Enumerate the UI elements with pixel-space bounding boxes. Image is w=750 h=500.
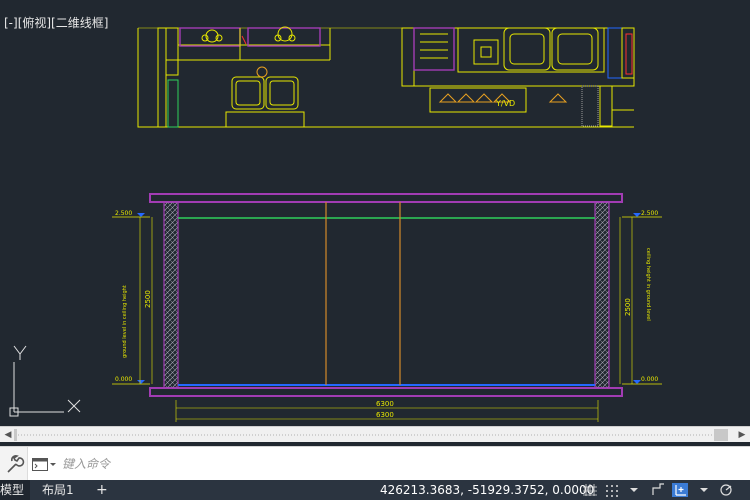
scroll-right-icon[interactable]: ▶ [736, 429, 748, 441]
status-bar: 模型 布局1 + 426213.3683, -51929.3752, 0.000… [0, 480, 750, 500]
note-left: ground level in ceiling height [122, 285, 128, 358]
scroll-thumb[interactable] [14, 429, 17, 441]
infer-constraints-icon[interactable] [650, 483, 666, 497]
viewport-controls-label[interactable]: [-][俯视][二维线框] [4, 14, 108, 31]
ucs-icon [9, 345, 81, 417]
left-wall [163, 201, 179, 389]
plan-sign: Y/VD [495, 99, 515, 108]
command-input[interactable] [62, 453, 742, 475]
customize-wrench-icon[interactable] [0, 447, 28, 481]
ortho-dropdown-icon[interactable] [696, 483, 712, 497]
dim-right-height: 2500 [624, 298, 632, 316]
grid-icon[interactable] [582, 483, 598, 497]
tab-layout1[interactable]: 布局1 [36, 480, 80, 500]
horizontal-scrollbar[interactable]: ◀ ▶ [0, 426, 750, 442]
ortho-icon[interactable] [672, 483, 688, 497]
ceiling-slab [149, 193, 623, 203]
snap-icon[interactable] [604, 483, 620, 497]
command-line [0, 446, 750, 481]
scroll-track[interactable] [18, 434, 716, 436]
tab-model[interactable]: 模型 [0, 480, 31, 500]
level-label-bottom-left: 0.000 [115, 376, 132, 383]
drawing-canvas[interactable]: Y/VD 2.500 0.000 2500 ground level in ce… [0, 0, 750, 426]
level-label-bottom-right: 0.000 [641, 376, 658, 383]
command-prompt-icon[interactable] [32, 457, 58, 471]
level-label-top-left: 2.500 [115, 210, 132, 217]
drawing-svg: Y/VD 2.500 0.000 2500 ground level in ce… [9, 26, 662, 422]
note-right: ceiling height in ground level [645, 248, 651, 321]
dim-bottom-2: 6300 [376, 411, 394, 419]
level-label-top-right: 2.500 [641, 210, 658, 217]
dim-left-height: 2500 [144, 290, 152, 308]
autocad-window: Y/VD 2.500 0.000 2500 ground level in ce… [0, 0, 750, 500]
scroll-end-thumb[interactable] [714, 429, 728, 441]
floor-slab [149, 387, 623, 397]
cursor-coordinates: 426213.3683, -51929.3752, 0.0000 [380, 483, 595, 497]
add-layout-button[interactable]: + [90, 480, 114, 500]
floor-plan: Y/VD [137, 26, 635, 128]
dim-bottom-1: 6300 [376, 400, 394, 408]
elevation-section: 2.500 0.000 2500 ground level in ceiling… [112, 193, 662, 422]
polar-tracking-icon[interactable] [718, 483, 734, 497]
right-wall [594, 201, 610, 389]
plan-outline [137, 28, 634, 128]
scroll-left-icon[interactable]: ◀ [2, 429, 14, 441]
snap-dropdown-icon[interactable] [626, 483, 642, 497]
